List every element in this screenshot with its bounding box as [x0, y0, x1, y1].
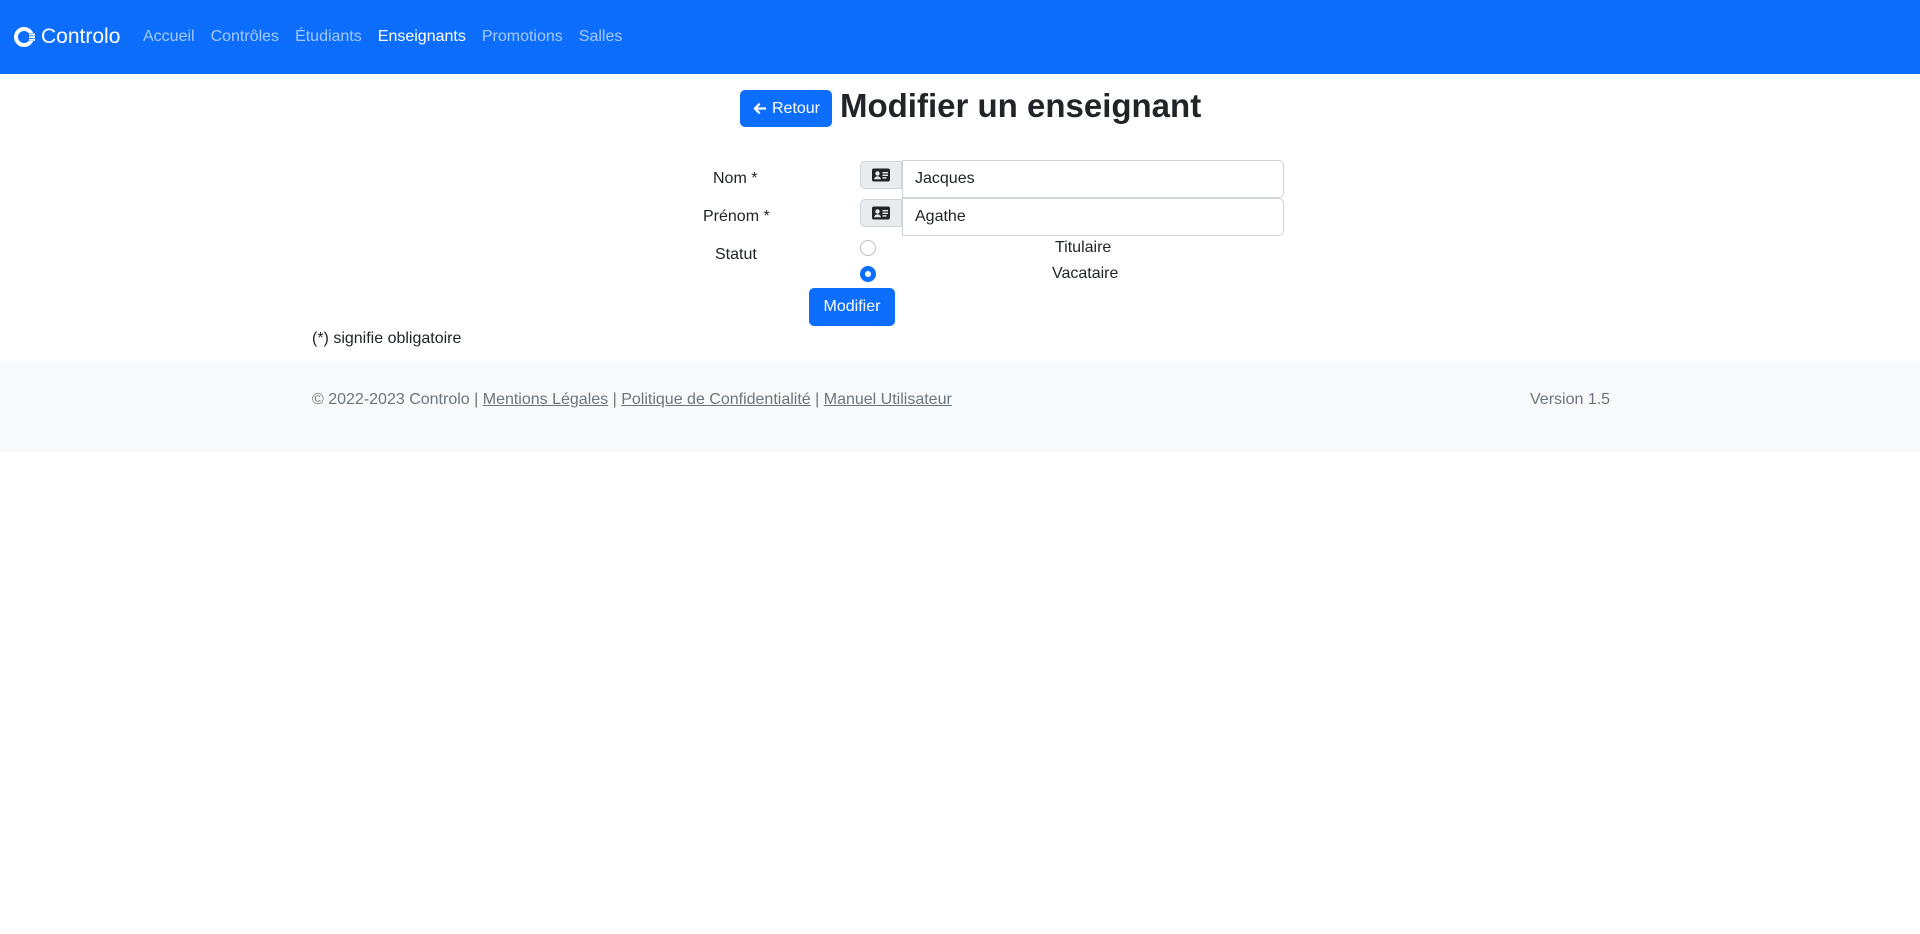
- nav-item-enseignants[interactable]: Enseignants: [378, 26, 466, 48]
- statut-label: Statut: [715, 246, 757, 263]
- controlo-logo-icon: [13, 25, 37, 49]
- nom-label: Nom *: [713, 170, 758, 187]
- brand-name: Controlo: [41, 25, 121, 48]
- copyright-text: © 2022-2023 Controlo: [312, 391, 470, 408]
- nav-item-controles[interactable]: Contrôles: [211, 26, 279, 48]
- brand-link[interactable]: Controlo: [13, 22, 120, 52]
- footer-separator: |: [474, 391, 479, 408]
- main-nav: Accueil Contrôles Étudiants Enseignants …: [143, 26, 638, 48]
- page-title: Modifier un enseignant: [840, 87, 1202, 124]
- footer: © 2022-2023 Controlo | Mentions Légales …: [0, 361, 1920, 452]
- radio-titulaire-label: Titulaire: [1055, 239, 1112, 256]
- radio-vacataire-label: Vacataire: [1052, 265, 1119, 282]
- modifier-button[interactable]: Modifier: [809, 288, 895, 326]
- nav-item-promotions[interactable]: Promotions: [482, 26, 563, 48]
- prenom-label: Prénom *: [703, 208, 770, 225]
- version-text: Version 1.5: [1530, 391, 1611, 408]
- back-button[interactable]: Retour: [740, 90, 832, 127]
- prenom-addon: [860, 199, 902, 227]
- manuel-utilisateur-link[interactable]: Manuel Utilisateur: [824, 391, 952, 408]
- prenom-input[interactable]: [902, 198, 1284, 236]
- footer-left: © 2022-2023 Controlo | Mentions Légales …: [312, 389, 952, 411]
- mentions-legales-link[interactable]: Mentions Légales: [483, 391, 608, 408]
- footer-separator: |: [612, 391, 617, 408]
- footer-separator: |: [815, 391, 820, 408]
- radio-titulaire[interactable]: [860, 240, 876, 256]
- politique-confidentialite-link[interactable]: Politique de Confidentialité: [621, 391, 810, 408]
- nav-item-accueil[interactable]: Accueil: [143, 26, 195, 48]
- nav-item-etudiants[interactable]: Étudiants: [295, 26, 362, 48]
- nav-item-salles[interactable]: Salles: [579, 26, 623, 48]
- nom-input[interactable]: [902, 160, 1284, 198]
- radio-vacataire[interactable]: [860, 266, 876, 282]
- id-card-icon: [872, 168, 890, 182]
- nom-addon: [860, 161, 902, 189]
- required-note: (*) signifie obligatoire: [312, 330, 462, 347]
- back-button-label: Retour: [771, 99, 821, 117]
- navbar: Controlo Accueil Contrôles Étudiants Ens…: [0, 0, 1920, 74]
- arrow-left-icon: [753, 103, 767, 114]
- id-card-icon: [872, 206, 890, 220]
